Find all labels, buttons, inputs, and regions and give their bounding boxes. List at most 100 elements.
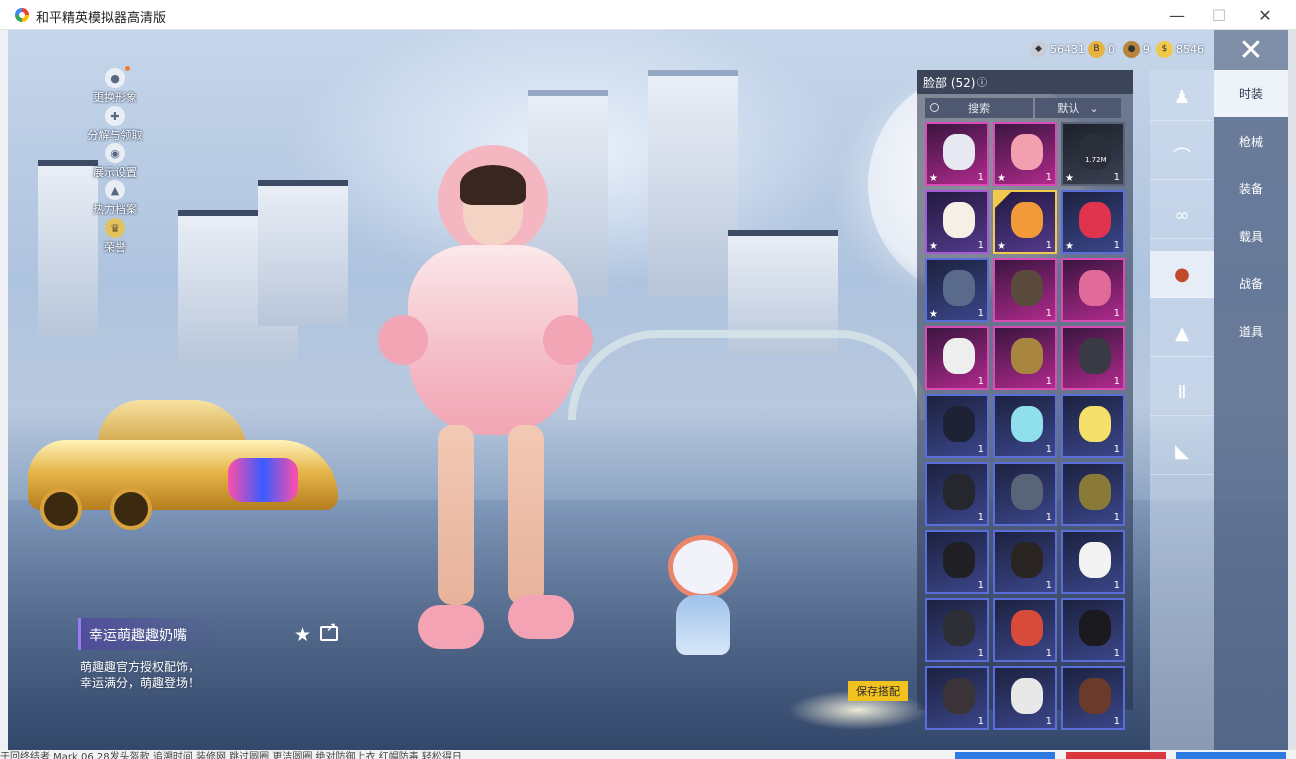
close-game-icon[interactable]: ✕ <box>1214 30 1288 70</box>
currency-gold-b: B 0 <box>1088 38 1115 60</box>
minimize-button[interactable]: — <box>1154 0 1200 30</box>
pig-mask-icon <box>1011 134 1043 170</box>
category-top[interactable]: ▲ <box>1150 310 1214 357</box>
pink-hook-icon <box>1079 270 1111 306</box>
red-ball-icon <box>1079 202 1111 238</box>
sort-dropdown[interactable]: 默认 ⌄ <box>1035 98 1121 118</box>
close-window-button[interactable]: ✕ <box>1242 0 1288 30</box>
panel-header: 脸部 (52) ⓘ <box>917 70 1133 94</box>
item-slot-black-mask[interactable]: 1 <box>925 530 989 594</box>
item-slot-gas-mask[interactable]: 1 <box>993 258 1057 322</box>
item-slot-download-item[interactable]: 1.72M ★ 1 <box>1061 122 1125 186</box>
dark-drip-icon <box>943 406 975 442</box>
item-slot-cloth-mask[interactable]: 1 <box>925 598 989 662</box>
pet-companion[interactable] <box>658 525 748 665</box>
item-slot-gold-mask[interactable]: 1 <box>993 326 1057 390</box>
dragon-mask-icon <box>1011 474 1043 510</box>
star-icon: ★ <box>997 173 1006 184</box>
gold-claw-icon <box>1079 474 1111 510</box>
cyan-clown-icon <box>1011 406 1043 442</box>
featured-item-name: 幸运萌趣趣奶嘴 <box>89 628 187 644</box>
category-face[interactable]: ● <box>1150 251 1214 298</box>
item-slot-demon-mask[interactable]: 1 <box>1061 326 1125 390</box>
item-count: 1 <box>1113 240 1120 251</box>
item-slot-egg-mask[interactable]: ★ 1 <box>925 190 989 254</box>
category-outfit[interactable]: ♟ <box>1150 74 1214 121</box>
item-slot-ninja-mask[interactable]: 1 <box>925 666 989 730</box>
sort-label: 默认 <box>1057 102 1080 115</box>
cloth-mask-icon <box>943 610 975 646</box>
category-pants[interactable]: Ⅱ <box>1150 369 1214 416</box>
item-slot-pacifier[interactable]: ★ 1 <box>993 190 1057 254</box>
featured-item-desc: 萌趣趣官方授权配饰， 幸运满分，萌趣登场！ <box>80 659 250 691</box>
menu-honor[interactable]: ♛ 荣誉 <box>70 218 160 255</box>
menu-label: 展示设置 <box>93 166 137 179</box>
menu-display-settings[interactable]: ◉ 展示设置 <box>70 143 160 180</box>
item-slot-pig-mask[interactable]: ★ 1 <box>993 122 1057 186</box>
item-count: 1 <box>1113 716 1120 727</box>
item-slot-respirator[interactable]: 1 <box>1061 666 1125 730</box>
silver-coin-icon: ◆ <box>1030 40 1047 58</box>
category-glasses[interactable]: ∞ <box>1150 192 1214 239</box>
tab-1[interactable]: 枪械 <box>1214 118 1288 165</box>
item-count: 1 <box>1113 580 1120 591</box>
tab-0[interactable]: 时装 <box>1214 70 1288 117</box>
item-count: 1 <box>1113 308 1120 319</box>
white-beard-icon <box>1079 542 1111 578</box>
info-icon[interactable]: ⓘ <box>977 74 987 89</box>
item-slot-cyan-clown[interactable]: 1 <box>993 394 1057 458</box>
game-viewport: ● 更换形象 ✚ 分解与领取 ◉ 展示设置 ▲ 热力档案 ♛ 荣誉 ◆ 5643… <box>8 30 1288 750</box>
item-count: 1 <box>977 308 984 319</box>
item-slot-snorkel[interactable]: 1 <box>993 598 1057 662</box>
item-count: 1 <box>977 648 984 659</box>
item-slot-dark-drip[interactable]: 1 <box>925 394 989 458</box>
puzzle-icon: ✚ <box>105 106 125 126</box>
player-character[interactable] <box>378 125 598 665</box>
item-slot-bandana[interactable]: ★ 1 <box>925 258 989 322</box>
search-input[interactable]: 搜索 <box>925 98 1033 118</box>
item-slot-white-beard[interactable]: 1 <box>1061 530 1125 594</box>
item-count: 1 <box>977 716 984 727</box>
tab-4[interactable]: 战备 <box>1214 260 1288 307</box>
item-slot-black-mask-2[interactable]: 1 <box>993 530 1057 594</box>
maximize-button[interactable]: ☐ <box>1196 0 1242 30</box>
item-slot-clown-mask[interactable]: ★ 1 <box>925 122 989 186</box>
tab-3[interactable]: 载具 <box>1214 213 1288 260</box>
tab-2[interactable]: 装备 <box>1214 165 1288 212</box>
menu-decompose[interactable]: ✚ 分解与领取 <box>70 106 160 143</box>
tribal-mask-icon <box>1011 678 1043 714</box>
item-count: 1 <box>1045 512 1052 523</box>
item-slot-white-mask[interactable]: 1 <box>925 326 989 390</box>
tab-5[interactable]: 道具 <box>1214 308 1288 355</box>
share-icon[interactable] <box>320 620 338 641</box>
currency-silver: ◆ 56431 <box>1030 38 1085 60</box>
save-outfit-button[interactable]: 保存搭配 <box>848 681 908 701</box>
app-logo-icon <box>15 8 29 22</box>
currency-gold: $ 8546 <box>1156 38 1204 60</box>
item-slot-dragon-mask[interactable]: 1 <box>993 462 1057 526</box>
item-slot-black-half-mask[interactable]: 1 <box>925 462 989 526</box>
panel-title: 脸部 (52) <box>923 76 976 90</box>
search-icon <box>930 103 939 112</box>
item-slot-red-ball[interactable]: ★ 1 <box>1061 190 1125 254</box>
item-slot-gold-claw[interactable]: 1 <box>1061 462 1125 526</box>
favorite-star-icon[interactable]: ★ <box>294 624 311 646</box>
item-slot-logo-mask[interactable]: 1 <box>1061 598 1125 662</box>
vehicle-car[interactable] <box>28 400 338 530</box>
item-count: 1 <box>1113 512 1120 523</box>
category-hat[interactable]: ⌒ <box>1150 133 1214 180</box>
crown-badge-icon: ♛ <box>105 218 125 238</box>
category-shoes[interactable]: ◣ <box>1150 428 1214 475</box>
item-slot-joker-mask[interactable]: 1 <box>1061 394 1125 458</box>
flame-icon: ▲ <box>105 180 125 200</box>
item-count: 1 <box>1045 716 1052 727</box>
download-size: 1.72M <box>1085 156 1107 164</box>
pants-icon: Ⅱ <box>1177 381 1187 403</box>
menu-change-avatar[interactable]: ● 更换形象 <box>70 66 160 105</box>
scene-building <box>648 70 738 296</box>
gold-b-coin-icon: B <box>1088 40 1105 58</box>
item-slot-pink-hook[interactable]: 1 <box>1061 258 1125 322</box>
item-slot-tribal-mask[interactable]: 1 <box>993 666 1057 730</box>
menu-label: 更换形象 <box>93 91 137 104</box>
menu-heat-archive[interactable]: ▲ 热力档案 <box>70 180 160 217</box>
